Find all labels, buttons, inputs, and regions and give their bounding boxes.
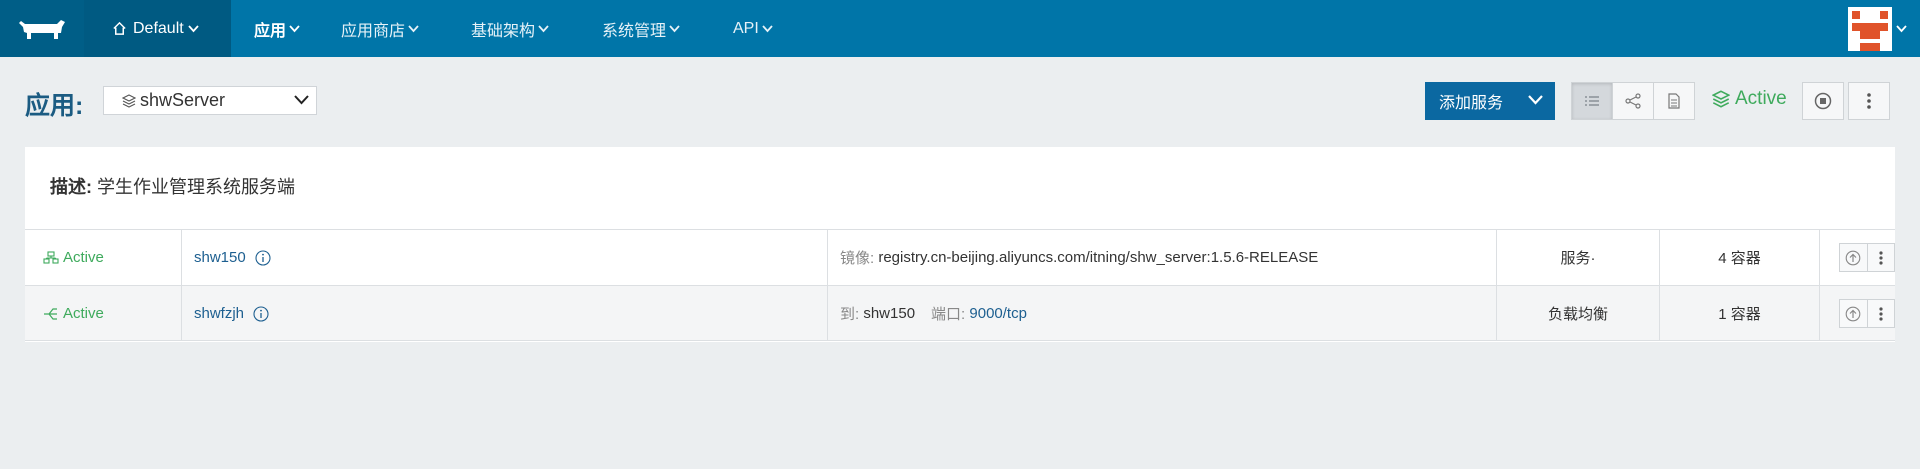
kebab-menu-icon <box>1867 93 1871 109</box>
image-label: 镜像: <box>840 250 875 267</box>
cow-logo-icon <box>19 19 65 39</box>
nav-item-label: 应用商店 <box>341 22 406 40</box>
top-nav: Default 应用 应用商店 基础架构 系统管理 API <box>0 0 1920 57</box>
target-label: 到: <box>840 306 860 323</box>
upgrade-icon <box>1845 250 1861 266</box>
info-icon[interactable] <box>253 305 269 322</box>
image-value: registry.cn-beijing.aliyuncs.com/itning/… <box>874 249 1319 266</box>
service-name-link[interactable]: shw150 <box>194 249 246 266</box>
stack-selector[interactable]: shwServer <box>103 86 317 115</box>
share-graph-icon <box>1625 93 1641 109</box>
info-icon[interactable] <box>255 249 271 266</box>
kebab-menu-icon <box>1879 250 1883 265</box>
nav-item-catalog[interactable]: 应用商店 <box>341 0 419 57</box>
nav-item-label: 应用 <box>254 22 287 40</box>
layers-icon <box>1712 90 1730 108</box>
avatar[interactable] <box>1848 7 1892 51</box>
service-state: Active <box>25 286 182 341</box>
description-value: 学生作业管理系统服务端 <box>92 177 295 197</box>
graph-view-button[interactable] <box>1612 82 1654 120</box>
stop-stack-button[interactable] <box>1802 82 1844 120</box>
compose-file-button[interactable] <box>1653 82 1695 120</box>
page-title: 应用: <box>25 92 84 120</box>
service-detail: 镜像: registry.cn-beijing.aliyuncs.com/itn… <box>828 230 1497 285</box>
chevron-down-icon <box>188 24 199 33</box>
service-name-cell: shw150 <box>182 230 828 285</box>
service-state: Active <box>25 230 182 285</box>
view-switcher <box>1571 82 1695 120</box>
kebab-menu-icon <box>1879 306 1883 321</box>
service-state-label: Active <box>63 249 104 266</box>
stack-state-label: Active <box>1735 88 1787 109</box>
chevron-down-icon <box>408 24 419 33</box>
rancher-logo[interactable] <box>0 0 84 57</box>
stack-state: Active <box>1712 88 1787 110</box>
row-actions <box>1820 286 1895 341</box>
layers-icon <box>122 93 136 108</box>
service-state-label: Active <box>63 305 104 322</box>
add-service-label: 添加服务 <box>1439 95 1504 112</box>
chevron-down-icon <box>1896 25 1907 33</box>
services-panel: 描述: 学生作业管理系统服务端 Active shw150 镜像: regist… <box>25 147 1895 342</box>
port-label: 端口: <box>931 306 966 323</box>
nav-item-label: API <box>733 19 759 37</box>
stack-description: 描述: 学生作业管理系统服务端 <box>50 173 295 199</box>
nav-item-infrastructure[interactable]: 基础架构 <box>471 0 549 57</box>
chevron-down-icon <box>289 24 300 33</box>
target-value: shw150 <box>859 305 916 322</box>
nav-item-label: 系统管理 <box>602 22 667 40</box>
container-count: 1 容器 <box>1660 286 1820 341</box>
row-more-button[interactable] <box>1866 243 1895 272</box>
home-icon <box>112 21 127 36</box>
chevron-down-icon <box>669 24 680 33</box>
service-type: 负载均衡 <box>1497 286 1660 341</box>
upgrade-button[interactable] <box>1839 243 1868 272</box>
chevron-down-icon <box>762 24 773 33</box>
stack-name: shwServer <box>140 90 226 110</box>
port-value: 9000/tcp <box>965 305 1027 322</box>
nav-item-admin[interactable]: 系统管理 <box>602 0 680 57</box>
stop-icon <box>1814 92 1832 110</box>
list-icon <box>1584 95 1600 107</box>
chevron-down-icon <box>294 94 309 105</box>
description-key: 描述: <box>50 177 92 197</box>
container-count: 4 容器 <box>1660 230 1820 285</box>
document-icon <box>1667 93 1681 109</box>
nav-item-api[interactable]: API <box>733 0 773 57</box>
nav-item-label: 基础架构 <box>471 22 536 40</box>
nav-item-apps[interactable]: 应用 <box>254 0 300 57</box>
chevron-down-icon <box>1528 94 1543 105</box>
add-service-button[interactable]: 添加服务 <box>1425 82 1555 120</box>
table-row: Active shwfzjh 到: shw150 端口: 9000/tcp 负载… <box>25 285 1895 341</box>
service-detail: 到: shw150 端口: 9000/tcp <box>828 286 1497 341</box>
row-actions <box>1820 230 1895 285</box>
load-balancer-icon <box>43 307 59 321</box>
service-name-cell: shwfzjh <box>182 286 828 341</box>
service-type: 服务· <box>1497 230 1660 285</box>
chevron-down-icon <box>538 24 549 33</box>
list-view-button[interactable] <box>1571 82 1613 120</box>
service-name-link[interactable]: shwfzjh <box>194 305 244 322</box>
upgrade-button[interactable] <box>1839 299 1868 328</box>
environment-selector[interactable]: Default <box>84 0 231 57</box>
service-icon <box>43 250 59 265</box>
user-menu[interactable] <box>1848 7 1907 51</box>
upgrade-icon <box>1845 306 1861 322</box>
table-row: Active shw150 镜像: registry.cn-beijing.al… <box>25 229 1895 285</box>
stack-more-button[interactable] <box>1848 82 1890 120</box>
row-more-button[interactable] <box>1866 299 1895 328</box>
environment-name: Default <box>133 19 184 37</box>
